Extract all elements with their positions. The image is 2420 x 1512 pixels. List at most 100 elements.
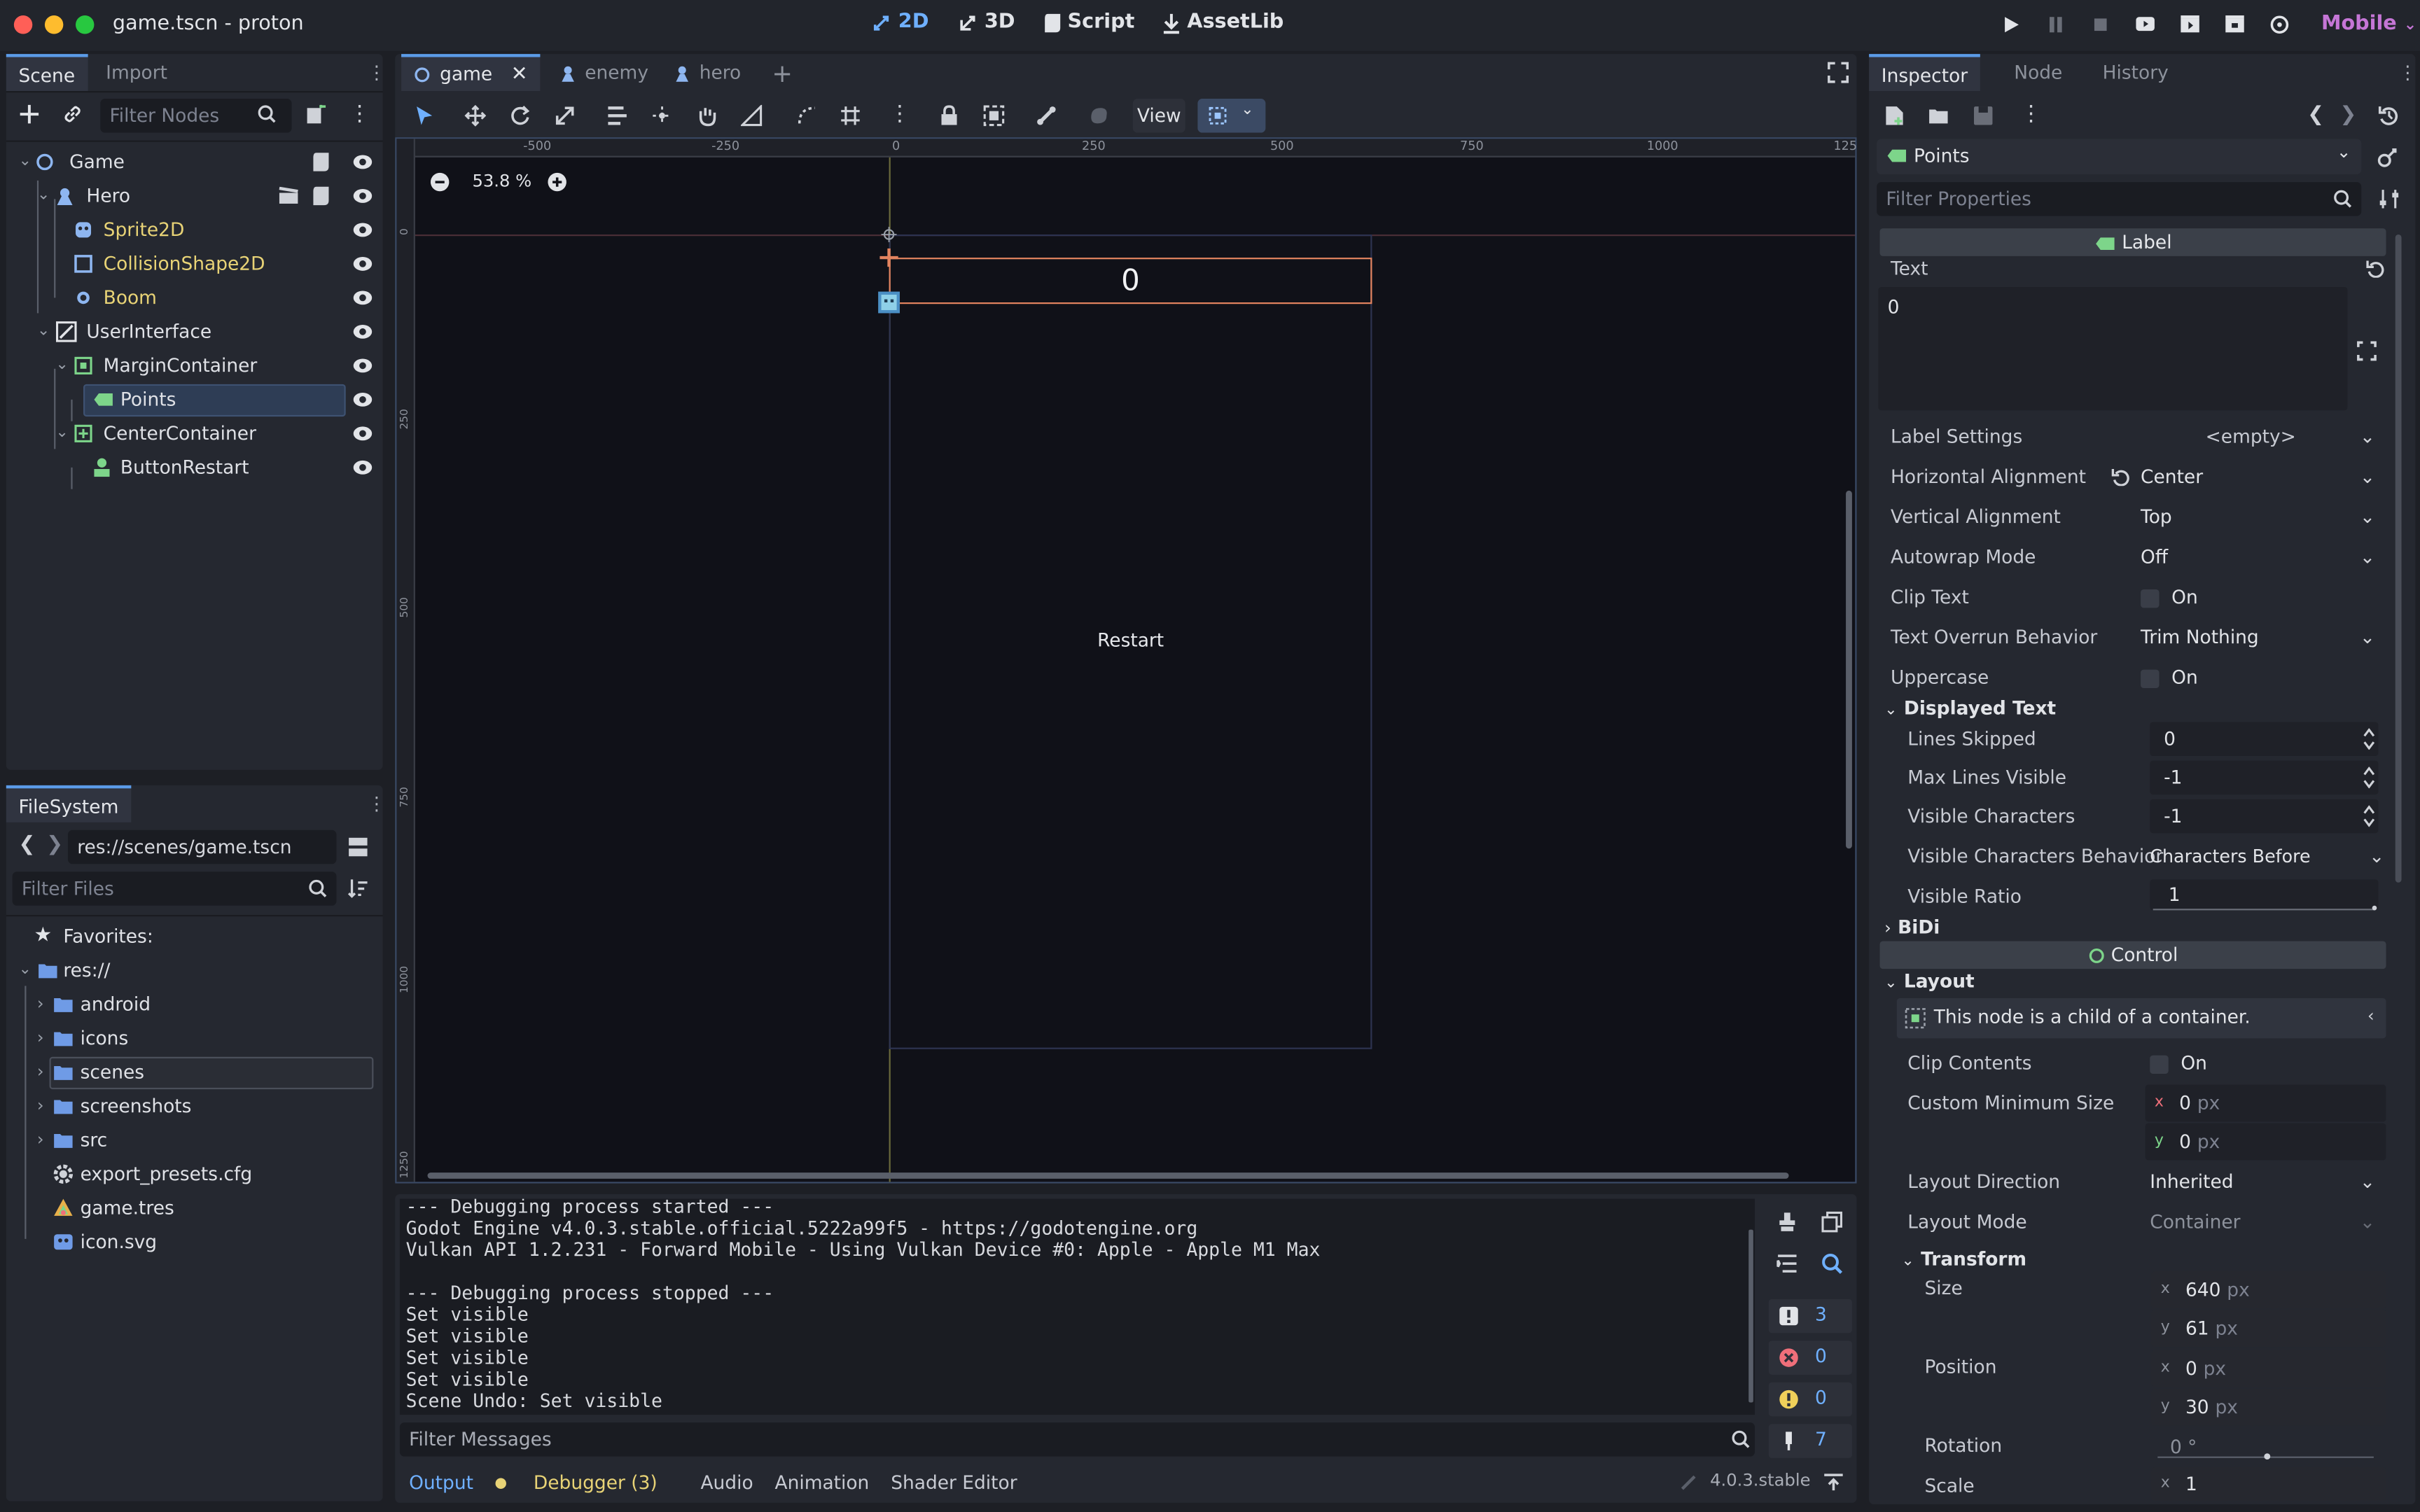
- prop-clip-text[interactable]: Clip Text On: [1878, 577, 2387, 617]
- object-selector[interactable]: Points ⌄: [1877, 139, 2362, 175]
- script-icon[interactable]: [312, 151, 330, 173]
- prop-label-settings[interactable]: Label Settings <empty> ⌄: [1878, 416, 2387, 456]
- chevron-right-icon[interactable]: ›: [37, 1124, 44, 1157]
- resource-menu-icon[interactable]: ⋮: [2020, 102, 2042, 126]
- chevron-down-icon[interactable]: ⌄: [18, 145, 31, 178]
- path-field[interactable]: res://scenes/game.tscn: [67, 830, 337, 864]
- vertical-scrollbar[interactable]: [1846, 490, 1852, 849]
- zoom-out-icon[interactable]: [429, 172, 451, 193]
- tab-import[interactable]: Import: [94, 54, 180, 91]
- tab-filesystem[interactable]: FileSystem: [6, 785, 131, 822]
- tab-scene[interactable]: Scene: [6, 54, 88, 92]
- tree-node-boom[interactable]: Boom: [15, 281, 380, 314]
- script-icon[interactable]: [312, 185, 330, 206]
- spinner-arrows-icon[interactable]: [2363, 805, 2375, 827]
- history-back-icon[interactable]: ❮: [2307, 104, 2324, 127]
- folder-res-root[interactable]: ⌄ res://: [15, 953, 380, 987]
- tab-hero[interactable]: hero: [661, 54, 753, 91]
- pause-icon[interactable]: [2045, 14, 2066, 36]
- lock-icon[interactable]: [940, 105, 958, 127]
- play-scene-icon[interactable]: [2179, 14, 2201, 36]
- visibility-eye-icon[interactable]: [352, 323, 374, 341]
- section-layout[interactable]: ⌄ Layout: [1878, 967, 2387, 995]
- prop-lines-skipped[interactable]: Lines Skipped 0: [1878, 719, 2387, 759]
- history-forward-icon[interactable]: ❯: [2339, 104, 2356, 127]
- filter-files-input[interactable]: Filter Files: [12, 872, 337, 906]
- save-icon[interactable]: [1973, 105, 1994, 127]
- points-label-rect[interactable]: 0: [889, 258, 1372, 304]
- camera-override-icon[interactable]: [1088, 105, 1110, 127]
- dock-menu-icon[interactable]: ⋮: [2398, 62, 2416, 83]
- prop-vertical-alignment[interactable]: Vertical Alignment Top ⌄: [1878, 497, 2387, 537]
- tab-debugger[interactable]: Debugger (3): [494, 1472, 679, 1494]
- chevron-down-icon[interactable]: ⌄: [37, 315, 50, 349]
- zoom-window-button[interactable]: [75, 15, 95, 34]
- visibility-eye-icon[interactable]: [352, 153, 374, 171]
- prop-visible-characters[interactable]: Visible Characters -1: [1878, 796, 2387, 836]
- tree-node-userinterface[interactable]: ⌄ UserInterface: [15, 315, 380, 349]
- anchor-cross-icon[interactable]: [879, 248, 898, 267]
- visibility-eye-icon[interactable]: [352, 288, 374, 307]
- visibility-eye-icon[interactable]: [352, 356, 374, 374]
- expand-editor-icon[interactable]: [2357, 341, 2377, 361]
- expand-panel-icon[interactable]: [1823, 1474, 1844, 1492]
- open-folder-icon[interactable]: [1928, 105, 1949, 127]
- tree-node-hero[interactable]: ⌄ Hero: [15, 179, 380, 213]
- position-y[interactable]: y 30 px: [2151, 1388, 2386, 1426]
- new-resource-icon[interactable]: [1884, 105, 1905, 127]
- tab-output[interactable]: Output: [409, 1472, 473, 1494]
- back-arrow-icon[interactable]: ❮: [18, 833, 35, 856]
- tab-animation[interactable]: Animation: [774, 1472, 869, 1494]
- grid-snap-icon[interactable]: [840, 105, 861, 127]
- add-tab-icon[interactable]: +: [772, 58, 793, 88]
- text-property-editor[interactable]: 0: [1878, 286, 2348, 411]
- movie-maker-icon[interactable]: [2269, 14, 2290, 36]
- minimize-window-button[interactable]: [44, 15, 64, 34]
- tab-audio[interactable]: Audio: [700, 1472, 753, 1494]
- chevron-down-icon[interactable]: ⌄: [55, 349, 68, 382]
- file-export-presets[interactable]: export_presets.cfg: [15, 1157, 380, 1191]
- tree-node-sprite2d[interactable]: Sprite2D: [15, 213, 380, 246]
- favorites-item[interactable]: ★ Favorites:: [15, 920, 380, 953]
- checkbox[interactable]: [2141, 588, 2160, 608]
- pan-tool-icon[interactable]: [696, 105, 718, 127]
- instance-scene-icon[interactable]: [305, 104, 327, 125]
- link-icon[interactable]: [62, 104, 83, 125]
- chevron-right-icon[interactable]: ›: [37, 1089, 44, 1123]
- chevron-down-icon[interactable]: ⌄: [55, 416, 68, 450]
- tab-shader-editor[interactable]: Shader Editor: [891, 1472, 1017, 1494]
- ruler-tool-icon[interactable]: [740, 104, 763, 127]
- node-docs-icon[interactable]: [2377, 146, 2398, 168]
- checkbox[interactable]: [2141, 668, 2160, 687]
- move-tool-icon[interactable]: [464, 104, 487, 127]
- tree-node-margincontainer[interactable]: ⌄ MarginContainer: [15, 349, 380, 382]
- scene-menu-icon[interactable]: ⋮: [349, 102, 370, 126]
- smart-snap-icon[interactable]: [796, 105, 818, 127]
- prop-text-overrun[interactable]: Text Overrun Behavior Trim Nothing ⌄: [1878, 617, 2387, 657]
- copy-icon[interactable]: [1821, 1211, 1843, 1233]
- inspector-scrollbar[interactable]: [2395, 234, 2402, 883]
- chevron-right-icon[interactable]: ›: [37, 1056, 44, 1089]
- slider-handle[interactable]: [2372, 905, 2377, 911]
- search-icon[interactable]: [1821, 1253, 1843, 1275]
- spinner-arrows-icon[interactable]: [2363, 728, 2375, 750]
- group-icon[interactable]: [983, 105, 1005, 127]
- prop-uppercase[interactable]: Uppercase On: [1878, 657, 2387, 697]
- checkbox[interactable]: [2150, 1054, 2169, 1073]
- view-menu-button[interactable]: View: [1132, 99, 1185, 133]
- clear-output-icon[interactable]: [1776, 1211, 1798, 1233]
- chevron-left-icon[interactable]: ‹: [2367, 1006, 2374, 1026]
- hero-sprite-icon[interactable]: [877, 290, 901, 314]
- prop-clip-contents[interactable]: Clip Contents On: [1878, 1043, 2387, 1083]
- custom-min-size-y[interactable]: y 0 px: [2145, 1123, 2386, 1161]
- prop-layout-direction[interactable]: Layout Direction Inherited ⌄: [1878, 1162, 2387, 1202]
- pivot-tool-icon[interactable]: [651, 105, 673, 127]
- filter-properties-input[interactable]: Filter Properties: [1877, 182, 2362, 216]
- distraction-free-icon[interactable]: [1828, 62, 1849, 83]
- file-icon-svg[interactable]: icon.svg: [15, 1225, 380, 1259]
- tab-node[interactable]: Node: [2002, 54, 2075, 91]
- message-count-button[interactable]: 3: [1768, 1298, 1852, 1334]
- folder-src[interactable]: › src: [15, 1124, 380, 1157]
- workspace-script-button[interactable]: Script: [1043, 10, 1134, 34]
- folder-scenes[interactable]: › scenes: [15, 1056, 380, 1090]
